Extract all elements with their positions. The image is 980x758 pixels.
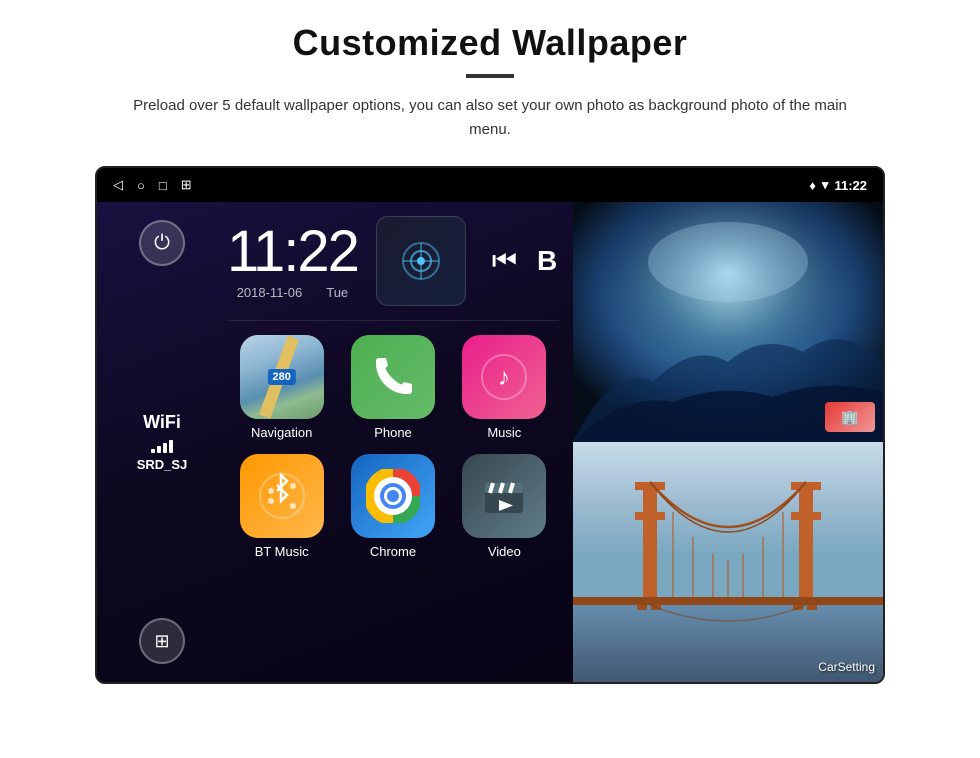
- music-icon: ♪: [462, 335, 546, 419]
- sidebar: ⏻ WiFi SRD_SJ ⊞: [97, 202, 227, 682]
- phone-icon: [351, 335, 435, 419]
- clock-day-value: Tue: [326, 285, 348, 300]
- clock-date-value: 2018-11-06: [237, 285, 303, 300]
- app-item-btmusic[interactable]: BT Music: [233, 454, 330, 559]
- wifi-network-name: SRD_SJ: [137, 457, 188, 472]
- navigation-icon: 280: [240, 335, 324, 419]
- nav-recent-icon[interactable]: □: [159, 178, 167, 193]
- apps-grid-icon: ⊞: [154, 631, 169, 652]
- wifi-bar-3: [163, 443, 167, 453]
- apps-button[interactable]: ⊞: [139, 618, 185, 664]
- clock-time: 11:22: [227, 223, 358, 281]
- nav-screenshot-icon[interactable]: ⊞: [181, 177, 192, 193]
- media-controls: ⏮ B: [492, 245, 557, 278]
- wifi-section: WiFi SRD_SJ: [137, 412, 188, 472]
- nav-back-icon[interactable]: ◁: [113, 177, 123, 193]
- media-next-icon[interactable]: B: [537, 245, 557, 277]
- wallpaper-panel: 🏢: [573, 202, 883, 682]
- status-time: 11:22: [834, 178, 867, 193]
- power-button[interactable]: ⏻: [139, 220, 185, 266]
- wallpaper-top: 🏢: [573, 202, 883, 442]
- center-content: 11:22 2018-11-06 Tue: [227, 202, 573, 682]
- clock-area: 11:22 2018-11-06 Tue: [227, 216, 559, 321]
- radio-antenna-svg: [396, 236, 446, 286]
- navigation-label: Navigation: [251, 425, 312, 440]
- status-bar: ◁ ○ □ ⊞ ♦ ▾ 11:22: [97, 168, 883, 202]
- app-grid: 280 Navigation Phone: [227, 335, 559, 559]
- phone-label: Phone: [374, 425, 412, 440]
- video-svg: [477, 469, 531, 523]
- video-icon: [462, 454, 546, 538]
- btmusic-label: BT Music: [255, 544, 309, 559]
- clock-datetime: 11:22 2018-11-06 Tue: [227, 223, 358, 300]
- chrome-svg: [366, 469, 420, 523]
- wifi-bar-1: [151, 449, 155, 453]
- radio-icon-box[interactable]: [376, 216, 466, 306]
- device-frame: ◁ ○ □ ⊞ ♦ ▾ 11:22 ⏻ WiFi: [95, 166, 885, 684]
- nav-home-icon[interactable]: ○: [137, 178, 145, 193]
- mini-building-icon: 🏢: [825, 402, 875, 432]
- phone-svg: [370, 354, 416, 400]
- music-svg: ♪: [479, 352, 529, 402]
- bridge-svg: [573, 442, 883, 682]
- screen-content: ⏻ WiFi SRD_SJ ⊞: [97, 202, 883, 682]
- location-icon: ♦: [809, 178, 816, 193]
- carsetting-label: CarSetting: [818, 660, 875, 674]
- svg-text:♪: ♪: [498, 364, 510, 391]
- page-title: Customized Wallpaper: [293, 22, 688, 64]
- wifi-bar-4: [169, 440, 173, 453]
- clock-date: 2018-11-06 Tue: [237, 285, 348, 300]
- status-nav-icons: ◁ ○ □ ⊞: [113, 177, 192, 193]
- wifi-icon: WiFi: [143, 412, 181, 433]
- app-item-video[interactable]: Video: [456, 454, 553, 559]
- btmusic-icon: [240, 454, 324, 538]
- wifi-signal-bars: [151, 439, 173, 453]
- video-label: Video: [488, 544, 521, 559]
- wifi-status-icon: ▾: [822, 177, 829, 193]
- app-item-music[interactable]: ♪ Music: [456, 335, 553, 440]
- power-icon: ⏻: [154, 232, 170, 255]
- app-item-chrome[interactable]: Chrome: [344, 454, 441, 559]
- status-right-icons: ♦ ▾ 11:22: [809, 177, 867, 193]
- app-item-phone[interactable]: Phone: [344, 335, 441, 440]
- music-label: Music: [487, 425, 521, 440]
- page-subtitle: Preload over 5 default wallpaper options…: [130, 94, 850, 142]
- btmusic-svg: [257, 471, 307, 521]
- chrome-icon: [351, 454, 435, 538]
- chrome-label: Chrome: [370, 544, 416, 559]
- wallpaper-bottom: CarSetting: [573, 442, 883, 682]
- app-item-navigation[interactable]: 280 Navigation: [233, 335, 330, 440]
- wifi-bar-2: [157, 446, 161, 453]
- page-wrapper: Customized Wallpaper Preload over 5 defa…: [0, 0, 980, 684]
- title-divider: [466, 74, 514, 78]
- bridge-scene-bg: [573, 442, 883, 682]
- media-prev-icon[interactable]: ⏮: [492, 245, 517, 278]
